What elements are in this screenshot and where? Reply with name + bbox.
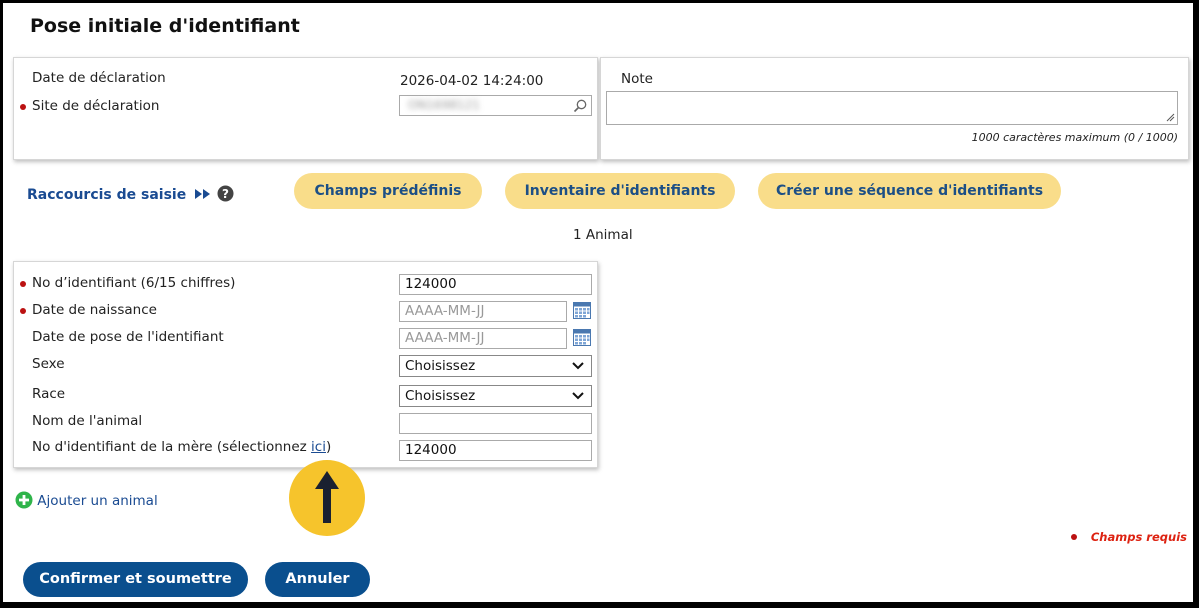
double-arrow-icon [195,189,211,199]
breed-label: Race [32,386,66,402]
note-panel: Note 1000 caractères maximum (0 / 1000) [600,57,1189,160]
chevron-down-icon [572,392,584,400]
identifier-inventory-button[interactable]: Inventaire d'identifiants [505,173,735,209]
arrow-up-icon [289,460,365,536]
app-frame: Pose initiale d'identifiant Date de décl… [3,3,1193,602]
animal-form-panel: No d’identifiant (6/15 chiffres) 124000 … [13,261,598,468]
mother-id-label-suffix: ) [325,439,332,455]
mother-id-label: No d'identifiant de la mère (sélectionne… [32,439,331,455]
declaration-site-field[interactable]: ON1698121 [399,95,592,116]
page-title: Pose initiale d'identifiant [30,15,300,37]
breed-select[interactable]: Choisissez [399,385,592,407]
add-animal-label: Ajouter un animal [37,493,158,509]
declaration-site-label: Site de déclaration [32,98,160,114]
pose-date-input[interactable]: AAAA-MM-JJ [399,328,567,349]
sex-select-value: Choisissez [405,358,476,374]
animal-id-input[interactable]: 124000 [399,274,592,295]
select-mother-link[interactable]: ici [311,439,326,455]
sex-label: Sexe [32,356,65,372]
declaration-site-value: ON1698121 [408,98,480,112]
required-indicator [20,281,26,287]
declaration-date-label: Date de déclaration [32,70,166,86]
required-legend: Champs requis [1070,530,1187,544]
shortcuts-label: Raccourcis de saisie [27,187,187,203]
create-sequence-button[interactable]: Créer une séquence d'identifiants [758,173,1061,209]
add-animal-link[interactable]: Ajouter un animal [15,491,158,509]
required-indicator [20,308,26,314]
note-textarea[interactable] [606,91,1178,125]
required-indicator [20,104,26,110]
pose-date-label: Date de pose de l'identifiant [32,329,224,345]
birth-date-input[interactable]: AAAA-MM-JJ [399,301,567,322]
note-counter: 1000 caractères maximum (0 / 1000) [971,131,1178,144]
cancel-button[interactable]: Annuler [265,562,370,597]
birth-date-label: Date de naissance [32,302,157,318]
predefined-fields-button[interactable]: Champs prédéfinis [294,173,482,209]
sex-select[interactable]: Choisissez [399,355,592,377]
declaration-date-value: 2026-04-02 14:24:00 [400,73,544,89]
animal-name-label: Nom de l'animal [32,413,143,429]
plus-circle-icon [15,491,33,509]
animal-name-input[interactable] [399,413,592,434]
calendar-icon[interactable] [573,329,591,346]
resize-icon[interactable] [1165,112,1175,122]
confirm-submit-button[interactable]: Confirmer et soumettre [23,562,248,597]
animal-id-label: No d’identifiant (6/15 chiffres) [32,275,236,291]
required-indicator [1070,534,1077,540]
svg-text:?: ? [222,187,229,201]
mother-id-input[interactable]: 124000 [399,440,592,461]
animal-count: 1 Animal [573,227,633,243]
search-icon[interactable] [572,98,588,114]
note-label: Note [621,71,653,87]
chevron-down-icon [572,362,584,370]
help-icon[interactable]: ? [217,185,234,202]
shortcuts-link[interactable]: Raccourcis de saisie ? [27,185,234,203]
calendar-icon[interactable] [573,302,591,319]
mother-id-label-text: No d'identifiant de la mère (sélectionne… [32,439,312,455]
breed-select-value: Choisissez [405,388,476,404]
declaration-panel: Date de déclaration 2026-04-02 14:24:00 … [13,57,598,160]
required-legend-text: Champs requis [1090,530,1187,544]
